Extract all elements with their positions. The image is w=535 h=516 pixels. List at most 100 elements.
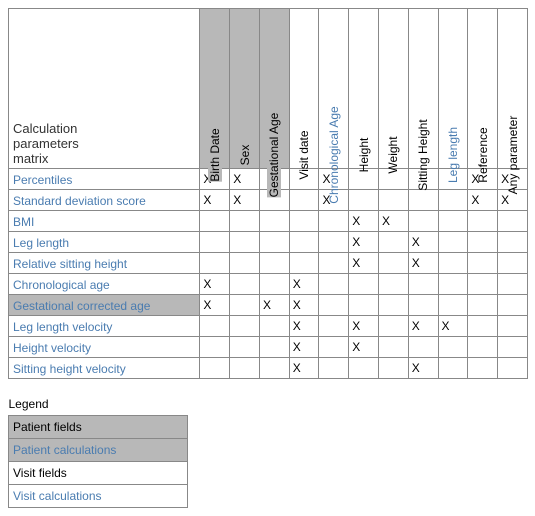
matrix-cell	[438, 358, 468, 379]
matrix-cell	[379, 190, 409, 211]
matrix-cell	[468, 295, 498, 316]
column-label: Visit date	[297, 130, 311, 179]
legend-label: Patient calculations	[13, 443, 116, 457]
matrix-cell: X	[349, 316, 379, 337]
matrix-cell	[438, 211, 468, 232]
matrix-cell	[468, 274, 498, 295]
legend-table: Legend Patient fieldsPatient calculation…	[8, 393, 188, 508]
row-label: Leg length	[13, 236, 69, 250]
matrix-cell	[498, 316, 528, 337]
matrix-cell	[349, 190, 379, 211]
matrix-cell	[319, 316, 349, 337]
matrix-cell	[230, 253, 260, 274]
row-label: BMI	[13, 215, 34, 229]
matrix-cell: X	[349, 232, 379, 253]
row-header: Relative sitting height	[9, 253, 200, 274]
table-row: Relative sitting heightXX	[9, 253, 528, 274]
title-line: Calculation	[13, 121, 77, 136]
row-label: Height velocity	[13, 341, 91, 355]
matrix-cell	[468, 316, 498, 337]
matrix-cell	[259, 316, 289, 337]
matrix-cell	[319, 358, 349, 379]
matrix-cell	[319, 274, 349, 295]
matrix-cell	[468, 211, 498, 232]
matrix-cell: X	[289, 337, 319, 358]
row-header: Percentiles	[9, 169, 200, 190]
matrix-cell: X	[408, 232, 438, 253]
matrix-cell	[379, 295, 409, 316]
matrix-cell	[379, 232, 409, 253]
legend-label: Visit fields	[13, 466, 67, 480]
column-label: Reference	[476, 127, 490, 182]
table-row: BMIXX	[9, 211, 528, 232]
matrix-cell: X	[438, 316, 468, 337]
matrix-cell	[498, 253, 528, 274]
column-header: Visit date	[289, 9, 319, 169]
matrix-cell	[468, 358, 498, 379]
matrix-cell	[200, 316, 230, 337]
column-label: Gestational Age	[267, 113, 281, 198]
table-row: Height velocityXX	[9, 337, 528, 358]
matrix-cell	[319, 295, 349, 316]
matrix-cell	[349, 274, 379, 295]
matrix-cell	[349, 358, 379, 379]
matrix-header-row: Calculation parameters matrix Birth Date…	[9, 9, 528, 169]
matrix-corner: Calculation parameters matrix	[9, 9, 200, 169]
matrix-cell	[319, 211, 349, 232]
title-line: parameters	[13, 136, 79, 151]
matrix-cell: X	[200, 274, 230, 295]
row-header: Leg length velocity	[9, 316, 200, 337]
matrix-cell: X	[289, 295, 319, 316]
matrix-cell	[289, 190, 319, 211]
matrix-cell	[468, 232, 498, 253]
column-header: Height	[349, 9, 379, 169]
matrix-cell	[498, 232, 528, 253]
matrix-cell	[289, 211, 319, 232]
matrix-cell	[200, 232, 230, 253]
matrix-cell: X	[349, 211, 379, 232]
column-header: Sex	[230, 9, 260, 169]
row-header: Gestational corrected age	[9, 295, 200, 316]
table-row: Leg length velocityXXXX	[9, 316, 528, 337]
legend-label: Patient fields	[13, 420, 82, 434]
matrix-cell	[319, 337, 349, 358]
row-header: BMI	[9, 211, 200, 232]
matrix-cell	[438, 337, 468, 358]
matrix-cell	[468, 253, 498, 274]
matrix-cell	[200, 358, 230, 379]
matrix-cell	[289, 232, 319, 253]
matrix-cell	[498, 295, 528, 316]
matrix-cell	[498, 337, 528, 358]
matrix-cell: X	[289, 316, 319, 337]
matrix-cell	[438, 253, 468, 274]
matrix-cell	[438, 295, 468, 316]
legend-item: Patient fields	[9, 416, 188, 439]
matrix-cell	[259, 253, 289, 274]
matrix-cell	[468, 337, 498, 358]
matrix-cell	[379, 253, 409, 274]
matrix-cell	[230, 316, 260, 337]
matrix-cell	[230, 337, 260, 358]
table-row: Sitting height velocityXX	[9, 358, 528, 379]
matrix-cell	[438, 274, 468, 295]
row-header: Height velocity	[9, 337, 200, 358]
matrix-cell	[259, 358, 289, 379]
row-header: Sitting height velocity	[9, 358, 200, 379]
matrix-cell: X	[408, 253, 438, 274]
row-label: Percentiles	[13, 173, 72, 187]
row-label: Sitting height velocity	[13, 362, 126, 376]
matrix-cell	[319, 232, 349, 253]
legend-item: Visit fields	[9, 462, 188, 485]
row-header: Chronological age	[9, 274, 200, 295]
matrix-cell	[349, 295, 379, 316]
matrix-cell	[408, 274, 438, 295]
column-header: Any parameter	[498, 9, 528, 169]
calculation-parameters-matrix: Calculation parameters matrix Birth Date…	[8, 8, 528, 379]
matrix-cell	[498, 358, 528, 379]
legend-label: Visit calculations	[13, 489, 102, 503]
matrix-cell	[438, 190, 468, 211]
column-label: Sitting Height	[416, 119, 430, 190]
matrix-cell	[408, 211, 438, 232]
row-header: Standard deviation score	[9, 190, 200, 211]
matrix-cell	[230, 232, 260, 253]
